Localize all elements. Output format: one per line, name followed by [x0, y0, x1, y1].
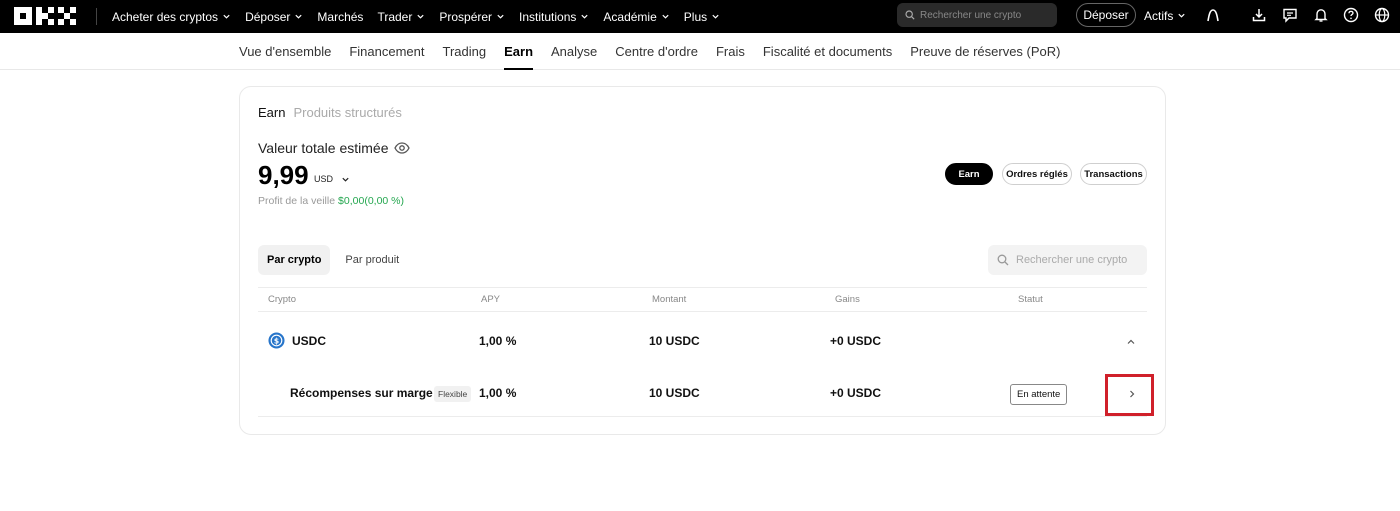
search-icon — [905, 10, 915, 20]
assets-menu[interactable]: Actifs — [1144, 0, 1186, 31]
chevron-down-icon — [342, 177, 349, 182]
col-amount: Montant — [652, 294, 687, 305]
tab-earn-products[interactable]: Earn — [258, 105, 285, 120]
crypto-search-input[interactable]: Rechercher une crypto — [988, 245, 1147, 275]
chevron-down-icon — [1178, 13, 1185, 18]
tab-tax-documents[interactable]: Fiscalité et documents — [763, 33, 892, 70]
asset-name: USDC — [292, 334, 327, 348]
col-status: Statut — [1018, 294, 1043, 305]
nav-more[interactable]: Plus — [684, 10, 720, 24]
eye-icon[interactable] — [394, 142, 411, 154]
chevron-down-icon — [417, 14, 424, 19]
tab-trading[interactable]: Trading — [443, 33, 487, 70]
tab-fees[interactable]: Frais — [716, 33, 745, 70]
okx-logo-mark — [14, 7, 76, 25]
total-value-label: Valeur totale estimée — [258, 140, 411, 156]
asset-gains: +0 USDC — [830, 334, 882, 348]
flexible-tag: Flexible — [434, 386, 472, 402]
crypto-search-placeholder: Rechercher une crypto — [1016, 254, 1128, 266]
chevron-down-icon — [662, 14, 669, 19]
nav-trade[interactable]: Trader — [377, 10, 425, 24]
highlight-box — [1105, 374, 1154, 416]
logo-divider — [96, 8, 97, 25]
settled-orders-button[interactable]: Ordres réglés — [1002, 163, 1072, 185]
assets-menu-label: Actifs — [1144, 8, 1174, 23]
nav-label: Plus — [683, 9, 708, 24]
download-icon[interactable] — [1251, 7, 1267, 23]
profit-value: $0,00(0,00 %) — [338, 195, 405, 207]
table-row-margin-rewards[interactable]: Récompenses sur marge Flexible 1,00 % 10… — [258, 373, 1147, 417]
nav-label: Marchés — [317, 9, 364, 24]
profile-icon[interactable] — [1205, 7, 1221, 23]
okx-logo[interactable] — [14, 7, 76, 26]
top-search-input[interactable]: Rechercher une crypto — [897, 3, 1057, 27]
product-apy: 1,00 % — [479, 386, 517, 400]
total-value-label-text: Valeur totale estimée — [258, 140, 389, 156]
earn-card: Earn Produits structurés Valeur totale e… — [239, 86, 1166, 435]
chevron-down-icon — [712, 14, 719, 19]
transactions-button[interactable]: Transactions — [1080, 163, 1147, 185]
tab-earn[interactable]: Earn — [504, 33, 533, 70]
nav-label: Déposer — [245, 9, 291, 24]
nav-academy[interactable]: Académie — [603, 10, 669, 24]
chat-icon[interactable] — [1282, 7, 1298, 23]
nav-markets[interactable]: Marchés — [317, 10, 363, 24]
asset-apy: 1,00 % — [479, 334, 517, 348]
tab-order-center[interactable]: Centre d'ordre — [615, 33, 698, 70]
assets-subnav: Vue d'ensemble Financement Trading Earn … — [0, 33, 1400, 70]
nav-deposit[interactable]: Déposer — [245, 10, 303, 24]
currency-selector[interactable]: USD — [314, 174, 350, 184]
deposit-button[interactable]: Déposer — [1076, 3, 1136, 27]
usdc-coin-icon: $ — [268, 332, 285, 349]
col-gains: Gains — [835, 294, 860, 305]
earn-button[interactable]: Earn — [945, 163, 993, 185]
product-amount: 10 USDC — [649, 386, 700, 400]
asset-amount: 10 USDC — [649, 334, 700, 348]
col-apy: APY — [481, 294, 501, 305]
by-crypto-button[interactable]: Par crypto — [258, 245, 331, 275]
status-badge: En attente — [1010, 384, 1068, 405]
nav-institutions[interactable]: Institutions — [519, 10, 589, 24]
chevron-up-icon[interactable] — [1126, 337, 1136, 347]
tab-funding[interactable]: Financement — [349, 33, 424, 70]
nav-label: Trader — [377, 9, 413, 24]
total-value-amount: 9,99 — [258, 160, 309, 190]
tab-overview[interactable]: Vue d'ensemble — [239, 33, 331, 70]
bell-icon[interactable] — [1313, 7, 1329, 23]
tab-analysis[interactable]: Analyse — [551, 33, 597, 70]
nav-grow[interactable]: Prospérer — [439, 10, 505, 24]
col-crypto: Crypto — [268, 294, 296, 305]
top-nav-bar: Acheter des cryptos Déposer Marchés Trad… — [0, 0, 1400, 33]
chevron-down-icon — [497, 14, 504, 19]
by-product-button[interactable]: Par produit — [336, 245, 408, 275]
nav-label: Prospérer — [439, 9, 493, 24]
table-header: Crypto APY Montant Gains Statut — [258, 287, 1147, 312]
yesterday-profit: Profit de la veille $0,00(0,00 %) — [258, 195, 404, 207]
globe-icon[interactable] — [1374, 7, 1390, 23]
top-search-placeholder: Rechercher une crypto — [920, 9, 1022, 21]
table-row-usdc[interactable]: $ USDC 1,00 % 10 USDC +0 USDC — [258, 332, 1147, 352]
currency-label: USD — [314, 174, 334, 184]
nav-label: Institutions — [519, 9, 577, 24]
help-icon[interactable] — [1343, 7, 1359, 23]
nav-label: Acheter des cryptos — [112, 9, 219, 24]
earn-card-tabs: Earn Produits structurés — [258, 105, 410, 120]
product-name: Récompenses sur marge — [290, 386, 433, 400]
nav-buy-crypto[interactable]: Acheter des cryptos — [112, 10, 231, 24]
profit-label: Profit de la veille — [258, 195, 336, 207]
tab-proof-of-reserves[interactable]: Preuve de réserves (PoR) — [910, 33, 1060, 70]
product-gains: +0 USDC — [830, 386, 882, 400]
chevron-down-icon — [223, 14, 230, 19]
chevron-down-icon — [295, 14, 303, 19]
search-icon — [997, 254, 1009, 266]
main-nav: Acheter des cryptos Déposer Marchés Trad… — [112, 0, 734, 33]
svg-text:$: $ — [274, 336, 279, 345]
view-toggle: Par crypto Par produit — [258, 245, 414, 275]
tab-structured-products[interactable]: Produits structurés — [293, 105, 401, 120]
chevron-down-icon — [581, 14, 589, 19]
nav-label: Académie — [603, 9, 657, 24]
